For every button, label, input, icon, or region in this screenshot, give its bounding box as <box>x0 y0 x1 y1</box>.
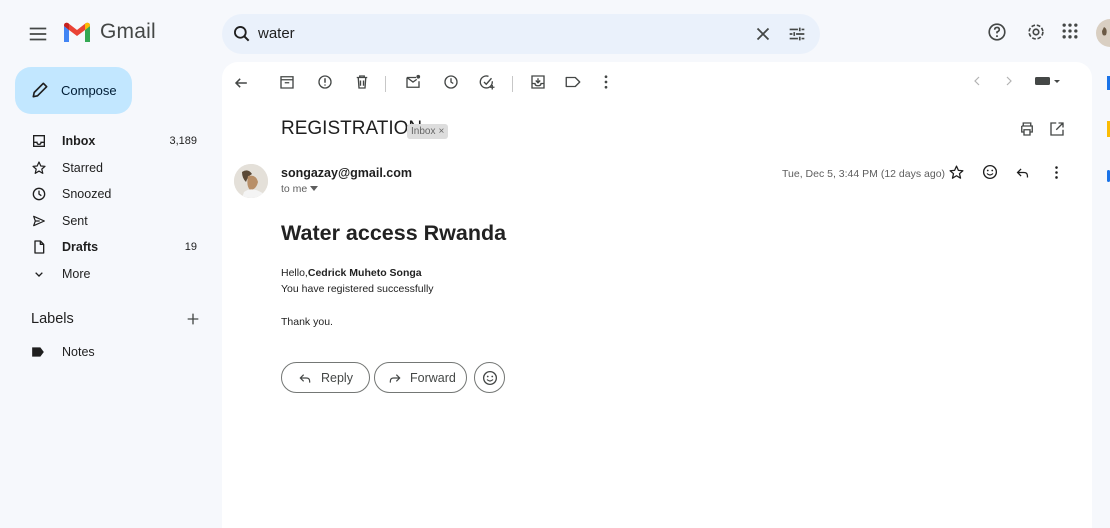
add-task-icon[interactable] <box>478 73 496 91</box>
recipient-details[interactable]: to me <box>281 183 319 195</box>
clear-search-icon[interactable] <box>752 23 774 45</box>
confirmation-line: You have registered successfully <box>281 283 434 295</box>
older-chevron-icon[interactable] <box>1001 73 1017 89</box>
sidebar-item-starred[interactable]: Starred <box>0 155 215 182</box>
email-subject: REGISTRATION <box>281 118 423 139</box>
forward-label: Forward <box>410 370 456 385</box>
compose-button[interactable]: Compose <box>15 67 132 114</box>
star-icon <box>31 160 47 176</box>
greeting-name: Cedrick Muheto Songa <box>307 267 422 279</box>
sidebar-item-drafts[interactable]: Drafts 19 <box>0 234 215 261</box>
reply-button[interactable]: Reply <box>281 362 370 393</box>
sidebar-item-label: More <box>62 266 91 281</box>
move-to-icon[interactable] <box>529 73 547 91</box>
sender-avatar[interactable] <box>234 164 268 198</box>
mark-unread-icon[interactable] <box>404 73 422 91</box>
draft-count: 19 <box>184 241 197 253</box>
more-options-icon[interactable] <box>597 73 615 91</box>
label-outline-icon[interactable] <box>564 73 582 91</box>
labels-heading: Labels <box>31 311 74 327</box>
send-icon <box>31 213 47 229</box>
apps-grid-icon[interactable] <box>1060 21 1080 41</box>
archive-icon[interactable] <box>278 73 296 91</box>
label-name: Notes <box>62 345 95 359</box>
gmail-m-icon <box>62 21 92 44</box>
caret-down-icon <box>310 186 319 192</box>
settings-gear-icon[interactable] <box>1025 21 1047 43</box>
emoji-reaction-icon[interactable] <box>981 163 999 181</box>
compose-label: Compose <box>61 83 117 98</box>
snooze-clock-icon[interactable] <box>442 73 460 91</box>
unread-count: 3,189 <box>169 135 197 147</box>
remove-label-icon[interactable]: × <box>438 124 444 139</box>
message-more-icon[interactable] <box>1048 164 1065 181</box>
draft-icon <box>31 239 47 255</box>
message-heading: Water access Rwanda <box>281 221 507 245</box>
inbox-icon <box>31 133 47 149</box>
recipient-label: to me <box>281 183 308 195</box>
greeting-prefix: Hello, <box>281 267 308 279</box>
open-new-window-icon[interactable] <box>1048 120 1066 138</box>
forward-button[interactable]: Forward <box>374 362 467 393</box>
sidebar-item-sent[interactable]: Sent <box>0 208 215 235</box>
newer-chevron-icon[interactable] <box>969 73 985 89</box>
message-panel: REGISTRATION Inbox × songazay@gmail.com … <box>222 62 1092 528</box>
report-spam-icon[interactable] <box>316 73 334 91</box>
reply-label: Reply <box>321 370 353 385</box>
sidebar-item-snoozed[interactable]: Snoozed <box>0 181 215 208</box>
sidebar-item-inbox[interactable]: Inbox 3,189 <box>0 128 215 155</box>
sidebar-item-more[interactable]: More <box>0 261 215 288</box>
star-icon[interactable] <box>948 164 965 181</box>
sidebar-item-label: Snoozed <box>62 187 112 201</box>
sender-email[interactable]: songazay@gmail.com <box>281 166 412 180</box>
toolbar-divider <box>385 76 386 92</box>
clock-icon <box>31 186 47 202</box>
greeting-line: Hello,Cedrick Muheto Songa <box>281 267 422 279</box>
gmail-logo[interactable]: Gmail <box>62 20 156 44</box>
smiley-icon <box>481 369 499 387</box>
emoji-react-button[interactable] <box>474 362 505 393</box>
reply-arrow-icon[interactable] <box>1014 164 1031 181</box>
sidebar-item-label: Inbox <box>62 134 96 148</box>
chip-label: Inbox <box>411 126 436 137</box>
search-input[interactable]: water <box>258 25 295 42</box>
pencil-icon <box>30 80 50 100</box>
add-label-icon[interactable] <box>185 311 201 327</box>
sidebar-item-label: Drafts <box>62 240 99 254</box>
sidebar-label-notes[interactable]: Notes <box>0 340 215 364</box>
gmail-window: Gmail water Compose Inbox 3,189 Starred … <box>0 0 1110 528</box>
search-icon[interactable] <box>232 24 252 44</box>
help-icon[interactable] <box>986 21 1008 43</box>
reply-arrow-icon <box>297 370 313 386</box>
sidebar-item-label: Starred <box>62 160 103 175</box>
print-icon[interactable] <box>1018 120 1036 138</box>
toolbar-divider <box>512 76 513 92</box>
sidebar-nav: Inbox 3,189 Starred Snoozed Sent Drafts … <box>0 128 215 287</box>
side-panel-edge <box>1100 0 1110 528</box>
top-bar: Gmail water <box>0 0 1110 66</box>
chevron-down-icon <box>31 266 47 282</box>
search-bar[interactable]: water <box>222 14 820 54</box>
search-options-icon[interactable] <box>786 23 808 45</box>
main-menu-icon[interactable] <box>26 22 50 46</box>
input-tools-keyboard-icon[interactable] <box>1034 73 1060 89</box>
closing-line: Thank you. <box>281 316 333 328</box>
forward-arrow-icon <box>387 370 403 386</box>
back-arrow-icon[interactable] <box>231 73 251 93</box>
inbox-label-chip[interactable]: Inbox × <box>407 124 449 139</box>
label-icon <box>31 346 45 358</box>
sidebar-item-label: Sent <box>62 213 88 228</box>
message-date: Tue, Dec 5, 3:44 PM (12 days ago) <box>782 168 946 180</box>
gmail-wordmark: Gmail <box>100 20 156 43</box>
delete-icon[interactable] <box>353 73 371 91</box>
